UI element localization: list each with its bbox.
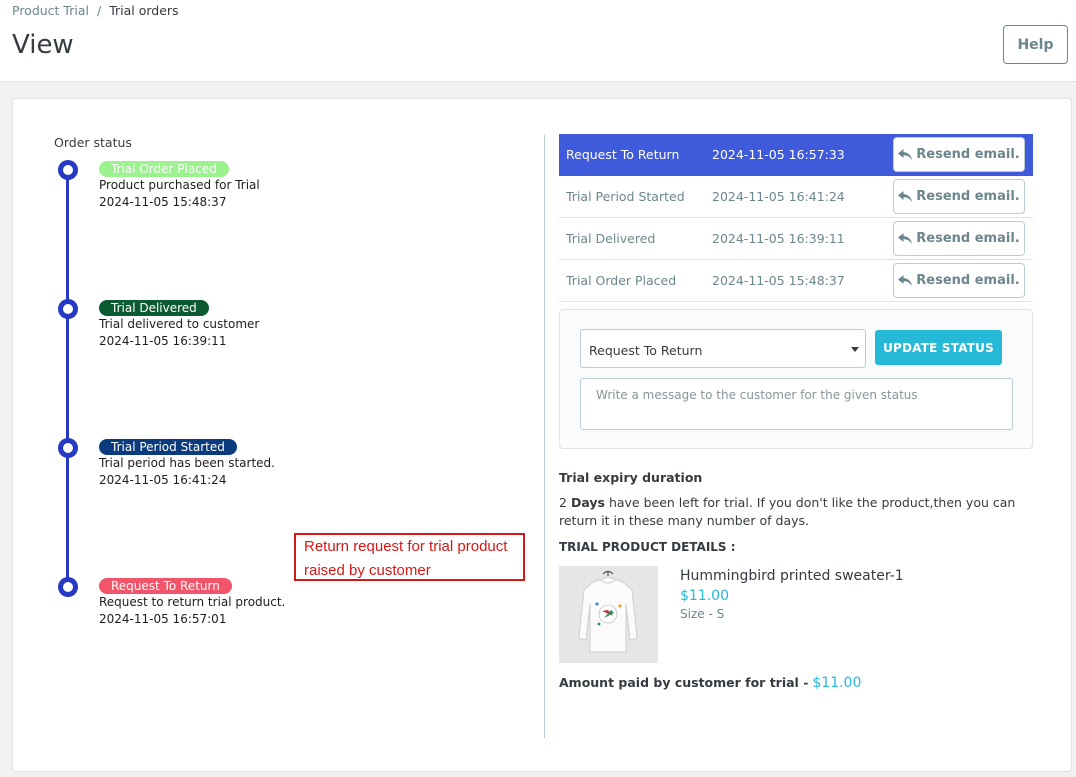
history-date: 2024-11-05 16:39:11	[712, 231, 845, 246]
reply-icon	[898, 274, 913, 286]
status-history-table: Request To Return 2024-11-05 16:57:33 Re…	[559, 134, 1033, 302]
resend-email-button[interactable]: Resend email.	[893, 221, 1025, 256]
expiry-message: have been left for trial. If you don't l…	[559, 495, 1016, 528]
reply-icon	[898, 190, 913, 202]
update-status-button[interactable]: UPDATE STATUS	[875, 330, 1002, 365]
status-badge: Trial Order Placed	[99, 161, 229, 177]
page-header: Product Trial / Trial orders View Help	[0, 0, 1076, 82]
timeline-dot	[58, 438, 78, 458]
breadcrumb-parent[interactable]: Product Trial	[12, 3, 89, 18]
table-row: Request To Return 2024-11-05 16:57:33 Re…	[559, 134, 1033, 176]
resend-email-label: Resend email.	[916, 273, 1020, 288]
update-status-panel: Request To Return UPDATE STATUS Write a …	[559, 309, 1033, 449]
help-button[interactable]: Help	[1003, 25, 1068, 64]
timeline-line	[66, 169, 69, 587]
timeline-dot	[58, 299, 78, 319]
breadcrumb: Product Trial / Trial orders	[12, 3, 179, 18]
table-row: Trial Delivered 2024-11-05 16:39:11 Rese…	[559, 218, 1033, 260]
timeline-dot	[58, 160, 78, 180]
history-status: Trial Delivered	[566, 231, 656, 246]
reply-icon	[898, 232, 913, 244]
trial-expiry-text: 2 Days have been left for trial. If you …	[559, 494, 1039, 530]
timeline-dot	[58, 577, 78, 597]
timeline-date: 2024-11-05 15:48:37	[99, 195, 227, 209]
expiry-days-unit: Days	[570, 495, 605, 510]
amount-label: Amount paid by customer for trial -	[559, 675, 809, 690]
breadcrumb-separator: /	[96, 3, 102, 18]
caret-down-icon	[851, 347, 859, 352]
history-status: Request To Return	[566, 147, 680, 162]
annotation-line: raised by customer	[304, 562, 431, 579]
timeline-date: 2024-11-05 16:41:24	[99, 473, 227, 487]
status-badge: Trial Delivered	[99, 300, 209, 316]
status-badge: Trial Period Started	[99, 439, 237, 455]
order-card: Order status Trial Order Placed Product …	[12, 98, 1072, 772]
amount-paid: Amount paid by customer for trial - $11.…	[559, 675, 861, 691]
table-row: Trial Period Started 2024-11-05 16:41:24…	[559, 176, 1033, 218]
amount-value: $11.00	[812, 675, 862, 691]
history-date: 2024-11-05 15:48:37	[712, 273, 845, 288]
table-row: Trial Order Placed 2024-11-05 15:48:37 R…	[559, 260, 1033, 302]
timeline-description: Request to return trial product.	[99, 595, 286, 609]
timeline-description: Product purchased for Trial	[99, 178, 260, 192]
resend-email-label: Resend email.	[916, 231, 1020, 246]
timeline-description: Trial period has been started.	[99, 456, 275, 470]
annotation-callout: Return request for trial product raised …	[294, 533, 525, 581]
product-size: Size - S	[680, 607, 725, 621]
resend-email-button[interactable]: Resend email.	[893, 179, 1025, 214]
timeline-date: 2024-11-05 16:39:11	[99, 334, 227, 348]
history-status: Trial Period Started	[566, 189, 685, 204]
resend-email-label: Resend email.	[916, 147, 1020, 162]
reply-icon	[898, 148, 913, 160]
timeline-date: 2024-11-05 16:57:01	[99, 612, 227, 626]
product-price: $11.00	[680, 588, 729, 604]
status-select[interactable]: Request To Return	[580, 329, 866, 368]
status-select-value: Request To Return	[589, 343, 703, 358]
history-status: Trial Order Placed	[566, 273, 677, 288]
status-badge: Request To Return	[99, 578, 232, 594]
history-date: 2024-11-05 16:57:33	[712, 147, 845, 162]
resend-email-label: Resend email.	[916, 189, 1020, 204]
history-date: 2024-11-05 16:41:24	[712, 189, 845, 204]
resend-email-button[interactable]: Resend email.	[893, 137, 1025, 172]
order-status-title: Order status	[54, 135, 132, 150]
page-title: View	[12, 30, 74, 60]
product-image	[559, 566, 658, 663]
column-divider	[544, 135, 545, 738]
product-name[interactable]: Hummingbird printed sweater-1	[680, 568, 904, 584]
expiry-days: 2	[559, 495, 567, 510]
breadcrumb-current: Trial orders	[109, 3, 179, 18]
message-textarea[interactable]: Write a message to the customer for the …	[580, 378, 1013, 430]
timeline-description: Trial delivered to customer	[99, 317, 260, 331]
resend-email-button[interactable]: Resend email.	[893, 263, 1025, 298]
annotation-line: Return request for trial product	[304, 538, 508, 555]
product-details-title: TRIAL PRODUCT DETAILS :	[559, 540, 736, 554]
trial-expiry-title: Trial expiry duration	[559, 470, 703, 485]
